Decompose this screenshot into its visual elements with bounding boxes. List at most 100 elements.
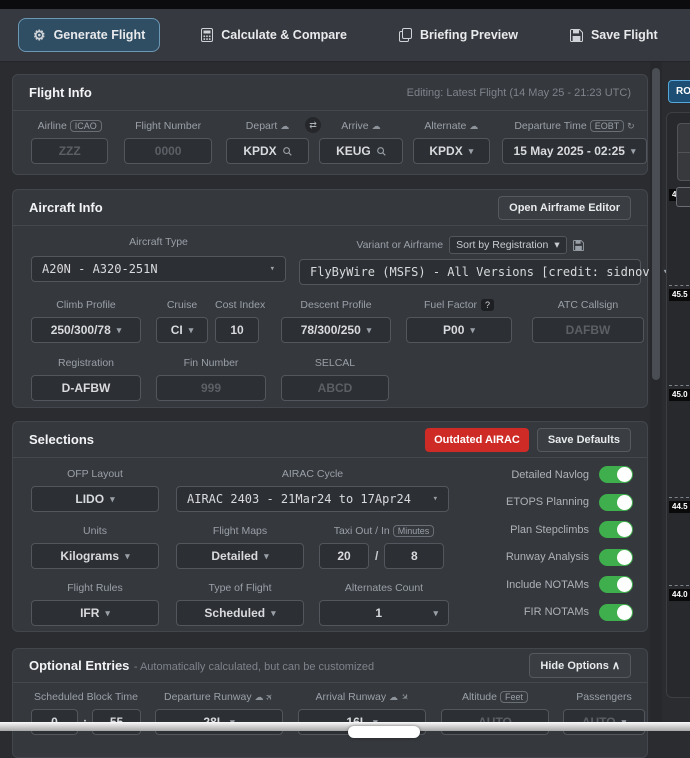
taxi-label: Taxi Out / InMinutes — [319, 525, 449, 537]
hide-options-button[interactable]: Hide Options ∧ — [529, 653, 631, 678]
latitude-gridline — [669, 497, 689, 498]
latitude-gridline — [669, 585, 689, 586]
climb-profile-select[interactable]: 250/300/78▾ — [31, 317, 141, 343]
fin-number-label: Fin Number — [156, 357, 266, 369]
arrive-weather-icon[interactable]: ☁ — [372, 121, 381, 131]
atc-callsign-input[interactable]: DAFBW — [532, 317, 644, 343]
map-zoom-out-button[interactable]: – — [678, 152, 690, 180]
optional-entries-subtitle: - Automatically calculated, but can be c… — [134, 661, 374, 673]
flight-number-input[interactable]: 0000 — [124, 138, 211, 164]
route-button[interactable]: RO — [668, 80, 690, 103]
airac-cycle-select[interactable]: AIRAC 2403 - 21Mar24 to 17Apr24▾ — [176, 486, 449, 512]
atc-callsign-label: ATC Callsign — [532, 299, 644, 311]
depart-weather-icon[interactable]: ☁ — [280, 121, 289, 131]
variant-sort-select[interactable]: Sort by Registration▾ — [449, 236, 567, 254]
swap-airports-icon[interactable]: ⇄ — [305, 117, 321, 133]
alternate-label: Alternate ☁ — [413, 120, 490, 132]
alternates-count-label: Alternates Count — [319, 582, 449, 594]
include-notams-toggle[interactable] — [599, 576, 633, 593]
route-map-panel[interactable]: – – 4 45.5 45.0 44.5 44.0 — [666, 112, 690, 698]
airline-label: AirlineICAO — [31, 120, 108, 132]
generate-flight-button[interactable]: ⚙ Generate Flight — [18, 18, 160, 52]
arrival-runway-label: Arrival Runway ☁ ✈ — [298, 691, 426, 703]
departure-time-select[interactable]: 15 May 2025 - 02:25▾ — [502, 138, 647, 164]
climb-profile-label: Climb Profile — [31, 299, 141, 311]
taxi-out-input[interactable]: 20 — [319, 543, 369, 569]
toggle-row-include-notams: Include NOTAMs — [506, 576, 633, 593]
chevron-down-icon: ▾ — [631, 146, 636, 157]
alternate-weather-icon[interactable]: ☁ — [469, 121, 478, 131]
plan-stepclimbs-toggle[interactable] — [599, 521, 633, 538]
block-time-label: Scheduled Block Time — [31, 691, 141, 703]
cruise-select[interactable]: CI▾ — [156, 317, 208, 343]
units-label: Units — [31, 525, 159, 537]
alternate-select[interactable]: KPDX▾ — [413, 138, 490, 164]
altitude-label: AltitudeFeet — [441, 691, 549, 703]
runway-analysis-label: Runway Analysis — [506, 551, 589, 563]
depart-search-icon[interactable] — [283, 147, 292, 156]
airframe-select[interactable]: FlyByWire (MSFS) - All Versions [credit:… — [299, 259, 641, 285]
fuel-factor-select[interactable]: P00▾ — [406, 317, 512, 343]
briefing-preview-button[interactable]: Briefing Preview — [384, 18, 533, 52]
detailed-navlog-toggle[interactable] — [599, 466, 633, 483]
arrive-input[interactable]: KEUG — [319, 138, 402, 164]
help-icon[interactable]: ? — [481, 299, 494, 311]
chevron-down-icon: ▾ — [433, 494, 438, 504]
airline-input[interactable]: ZZZ — [31, 138, 108, 164]
ofp-layout-label: OFP Layout — [31, 468, 159, 480]
map-zoom-in-button[interactable]: – — [678, 124, 690, 152]
cost-index-label: Cost Index — [215, 299, 259, 311]
flight-number-label: Flight Number — [124, 120, 211, 132]
latitude-gridline — [669, 285, 689, 286]
chevron-down-icon: ▾ — [367, 325, 372, 336]
runway-analysis-toggle[interactable] — [599, 549, 633, 566]
editing-status: Editing: Latest Flight (14 May 25 - 21:2… — [407, 87, 631, 99]
calculate-compare-button[interactable]: Calculate & Compare — [186, 18, 362, 52]
descent-profile-select[interactable]: 78/300/250▾ — [281, 317, 391, 343]
runway-weather-icon[interactable]: ☁ — [255, 692, 264, 702]
share-flight-button[interactable]: S — [687, 18, 690, 52]
vertical-scrollbar-thumb[interactable] — [652, 68, 660, 380]
selcal-input[interactable]: ABCD — [281, 375, 389, 401]
toggle-row-stepclimbs: Plan Stepclimbs — [506, 521, 633, 538]
departure-runway-label: Departure Runway ☁ ✈ — [155, 691, 283, 703]
pages-icon — [399, 28, 412, 42]
chevron-down-icon: ▾ — [110, 494, 115, 505]
flight-info-panel: Flight Info Editing: Latest Flight (14 M… — [12, 74, 648, 175]
type-of-flight-select[interactable]: Scheduled▾ — [176, 600, 304, 626]
runway-weather-icon[interactable]: ☁ — [389, 692, 398, 702]
save-flight-label: Save Flight — [591, 28, 658, 42]
ofp-layout-select[interactable]: LIDO▾ — [31, 486, 159, 512]
save-variant-icon[interactable] — [573, 240, 584, 251]
map-zoom-controls: – – — [677, 123, 690, 181]
registration-input[interactable]: D-AFBW — [31, 375, 141, 401]
map-control-box[interactable] — [676, 187, 690, 207]
taxi-separator: / — [375, 549, 378, 563]
alternates-count-select[interactable]: 1▾ — [319, 600, 449, 626]
flight-maps-select[interactable]: Detailed▾ — [176, 543, 304, 569]
chevron-down-icon: ▾ — [117, 325, 122, 336]
fir-notams-toggle[interactable] — [599, 604, 633, 621]
flight-rules-select[interactable]: IFR▾ — [31, 600, 159, 626]
detailed-navlog-label: Detailed Navlog — [511, 469, 589, 481]
depart-input[interactable]: KPDX — [226, 138, 309, 164]
departure-time-label: Departure TimeEOBT ↻ — [502, 120, 647, 132]
units-select[interactable]: Kilograms▾ — [31, 543, 159, 569]
save-defaults-button[interactable]: Save Defaults — [537, 428, 631, 452]
briefing-preview-label: Briefing Preview — [420, 28, 518, 42]
refresh-icon[interactable]: ↻ — [627, 121, 635, 131]
airac-cycle-label: AIRAC Cycle — [176, 468, 449, 480]
fin-number-input[interactable]: 999 — [156, 375, 266, 401]
taxi-in-input[interactable]: 8 — [384, 543, 444, 569]
arrive-search-icon[interactable] — [377, 147, 386, 156]
cruise-label: Cruise — [156, 299, 208, 311]
etops-planning-toggle[interactable] — [599, 494, 633, 511]
variant-label: Variant or Airframe Sort by Registration… — [299, 236, 641, 254]
etops-planning-label: ETOPS Planning — [506, 496, 589, 508]
save-flight-button[interactable]: Save Flight — [555, 18, 673, 52]
cost-index-input[interactable]: 10 — [215, 317, 259, 343]
type-of-flight-label: Type of Flight — [176, 582, 304, 594]
aircraft-type-select[interactable]: A20N - A320-251N▾ — [31, 256, 286, 282]
open-airframe-editor-button[interactable]: Open Airframe Editor — [498, 196, 631, 220]
fir-notams-label: FIR NOTAMs — [524, 606, 589, 618]
